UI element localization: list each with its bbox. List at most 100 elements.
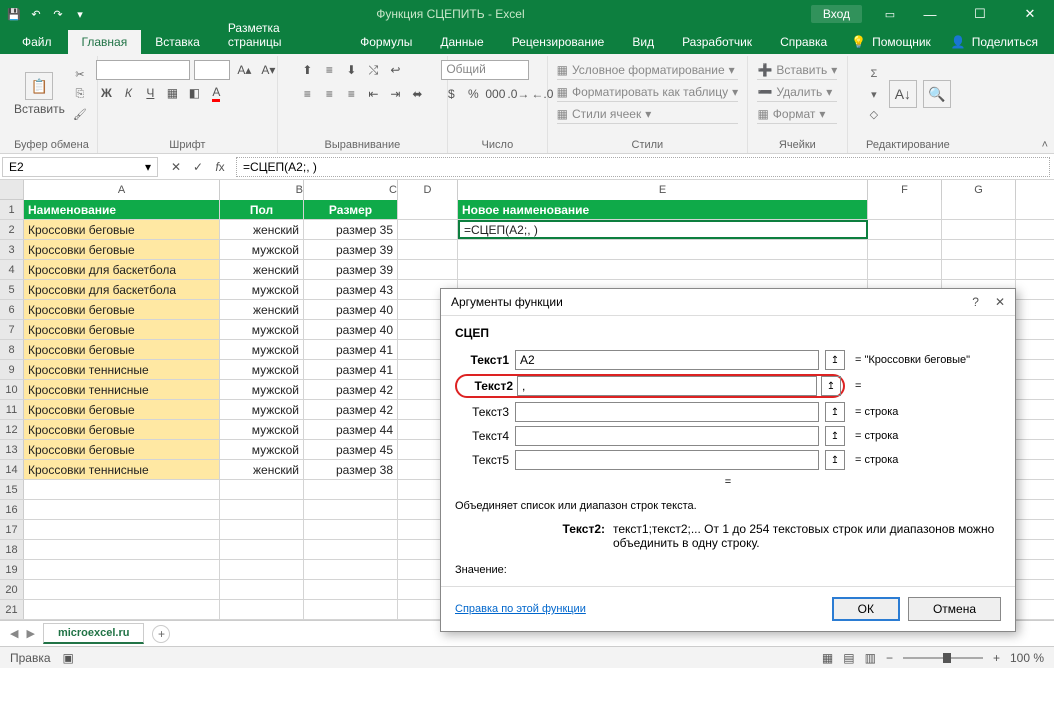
wrap-text-icon[interactable]: ↩: [385, 60, 405, 80]
cell[interactable]: [398, 260, 458, 279]
tab-nav-next-icon[interactable]: ▶: [26, 627, 34, 640]
comma-icon[interactable]: 000: [485, 84, 505, 104]
cell[interactable]: Кроссовки беговые: [24, 400, 220, 419]
cut-icon[interactable]: ✂: [71, 65, 89, 83]
cell[interactable]: Размер: [304, 200, 398, 219]
zoom-out-icon[interactable]: −: [886, 651, 893, 665]
cell[interactable]: Кроссовки для баскетбола: [24, 260, 220, 279]
cell[interactable]: мужской: [220, 420, 304, 439]
cell[interactable]: размер 42: [304, 400, 398, 419]
tab-help[interactable]: Справка: [766, 30, 841, 54]
zoom-slider[interactable]: [903, 657, 983, 659]
number-format[interactable]: Общий: [441, 60, 529, 80]
row-header[interactable]: 18: [0, 540, 24, 559]
cell[interactable]: [24, 600, 220, 619]
cell[interactable]: размер 41: [304, 360, 398, 379]
fill-icon[interactable]: ▾: [865, 85, 883, 103]
cell[interactable]: Пол: [220, 200, 304, 219]
row-header[interactable]: 4: [0, 260, 24, 279]
cell[interactable]: мужской: [220, 280, 304, 299]
col-header[interactable]: D: [398, 180, 458, 200]
undo-icon[interactable]: ↶: [26, 4, 46, 24]
share-button[interactable]: 👤 Поделиться: [941, 30, 1048, 54]
cell[interactable]: мужской: [220, 380, 304, 399]
cell[interactable]: [304, 560, 398, 579]
cell[interactable]: [868, 200, 942, 219]
row-header[interactable]: 15: [0, 480, 24, 499]
ribbon-display-icon[interactable]: ▭: [880, 4, 900, 24]
conditional-format-button[interactable]: ▦ Условное форматирование ▾: [557, 60, 739, 80]
indent-inc-icon[interactable]: ⇥: [385, 84, 405, 104]
arg-input[interactable]: [515, 450, 819, 470]
row-header[interactable]: 13: [0, 440, 24, 459]
col-header[interactable]: F: [868, 180, 942, 200]
align-bottom-icon[interactable]: ⬇: [341, 60, 361, 80]
format-cells-button[interactable]: ▦ Формат ▾: [757, 104, 837, 124]
range-select-icon[interactable]: ↥: [821, 376, 841, 396]
row-header[interactable]: 14: [0, 460, 24, 479]
row-header[interactable]: 17: [0, 520, 24, 539]
cell[interactable]: мужской: [220, 240, 304, 259]
redo-icon[interactable]: ↷: [48, 4, 68, 24]
border-icon[interactable]: ▦: [162, 83, 182, 103]
collapse-ribbon-icon[interactable]: ˄: [1042, 139, 1048, 151]
cell[interactable]: Кроссовки для баскетбола: [24, 280, 220, 299]
row-header[interactable]: 1: [0, 200, 24, 219]
view-normal-icon[interactable]: ▦: [822, 651, 833, 665]
cell[interactable]: размер 45: [304, 440, 398, 459]
name-box[interactable]: E2▾: [2, 157, 158, 177]
font-color-icon[interactable]: A: [206, 83, 226, 103]
cell[interactable]: [220, 540, 304, 559]
underline-button[interactable]: Ч: [140, 83, 160, 103]
cell[interactable]: [304, 600, 398, 619]
cell[interactable]: [304, 480, 398, 499]
copy-icon[interactable]: ⎘: [71, 85, 89, 103]
delete-cells-button[interactable]: ➖ Удалить ▾: [757, 82, 837, 102]
row-header[interactable]: 11: [0, 400, 24, 419]
cell[interactable]: [942, 260, 1016, 279]
cell[interactable]: [458, 240, 868, 259]
grow-font-icon[interactable]: A▴: [234, 60, 254, 80]
tab-home[interactable]: Главная: [68, 30, 142, 54]
align-top-icon[interactable]: ⬆: [297, 60, 317, 80]
range-select-icon[interactable]: ↥: [825, 350, 845, 370]
cell[interactable]: размер 40: [304, 300, 398, 319]
row-header[interactable]: 8: [0, 340, 24, 359]
arg-input[interactable]: [515, 426, 819, 446]
align-right-icon[interactable]: ≡: [341, 84, 361, 104]
align-left-icon[interactable]: ≡: [297, 84, 317, 104]
maximize-button[interactable]: ☐: [960, 0, 1000, 28]
cell[interactable]: женский: [220, 260, 304, 279]
tab-insert[interactable]: Вставка: [141, 30, 214, 54]
cell-styles-button[interactable]: ▦ Стили ячеек ▾: [557, 104, 739, 124]
cell[interactable]: [868, 220, 942, 239]
cell[interactable]: [220, 600, 304, 619]
insert-cells-button[interactable]: ➕ Вставить ▾: [757, 60, 837, 80]
tab-data[interactable]: Данные: [426, 30, 497, 54]
cell[interactable]: мужской: [220, 340, 304, 359]
tell-me[interactable]: 💡 Помощник: [841, 30, 941, 54]
cell[interactable]: размер 43: [304, 280, 398, 299]
col-header[interactable]: B: [220, 180, 304, 200]
paste-button[interactable]: 📋 Вставить: [14, 72, 65, 116]
cell[interactable]: [24, 560, 220, 579]
cell[interactable]: размер 41: [304, 340, 398, 359]
cell[interactable]: [220, 560, 304, 579]
arg-input[interactable]: [517, 376, 817, 396]
cell[interactable]: мужской: [220, 360, 304, 379]
cell[interactable]: мужской: [220, 400, 304, 419]
range-select-icon[interactable]: ↥: [825, 402, 845, 422]
cell[interactable]: Кроссовки беговые: [24, 220, 220, 239]
cell[interactable]: [24, 540, 220, 559]
cell[interactable]: [868, 240, 942, 259]
row-header[interactable]: 21: [0, 600, 24, 619]
row-header[interactable]: 12: [0, 420, 24, 439]
fill-color-icon[interactable]: ◧: [184, 83, 204, 103]
cell[interactable]: женский: [220, 300, 304, 319]
tab-nav-prev-icon[interactable]: ◀: [10, 627, 18, 640]
arg-input[interactable]: [515, 402, 819, 422]
cell[interactable]: [220, 480, 304, 499]
cell[interactable]: размер 35: [304, 220, 398, 239]
tab-file[interactable]: Файл: [6, 30, 68, 54]
cell[interactable]: размер 39: [304, 260, 398, 279]
